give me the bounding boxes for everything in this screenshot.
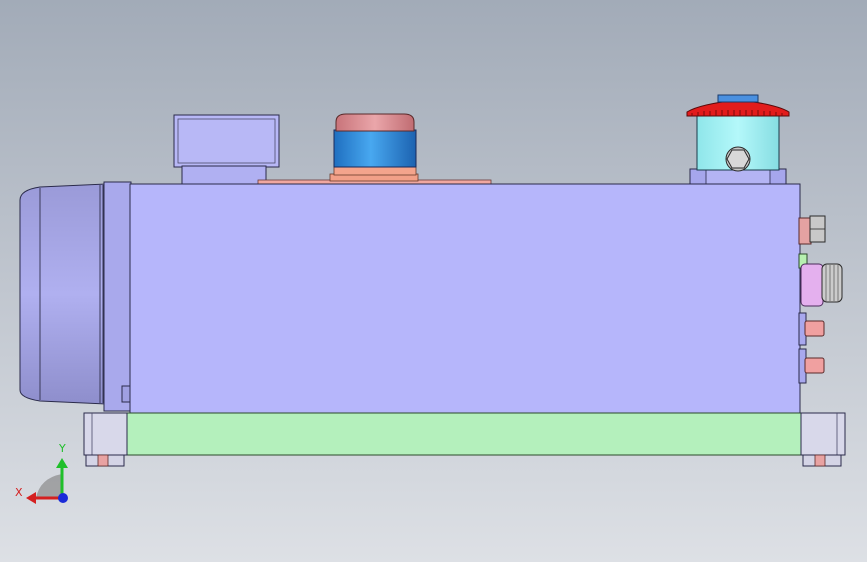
gauge-body: [800, 263, 824, 307]
breather-body: [333, 129, 417, 168]
triad-x-label: X: [15, 486, 23, 499]
foot-bolt-right: [802, 454, 842, 467]
base-foot-right: [800, 412, 846, 456]
side-pipe-1: [804, 320, 825, 337]
oil-tank: [129, 183, 801, 414]
filter-mount-inner: [705, 168, 771, 187]
terminal-box-base: [181, 165, 267, 187]
side-pipe-2: [804, 357, 825, 374]
base-frame: [125, 412, 803, 456]
triad-y-label: Y: [59, 442, 66, 455]
terminal-box-lid: [173, 114, 280, 168]
motor-flange: [103, 181, 132, 412]
filter-cap-handle: [717, 94, 759, 103]
z-axis-dot-icon: [58, 493, 68, 503]
motor-end-cap: [19, 183, 107, 405]
filter-bolt-icon: [725, 146, 751, 172]
foot-bolt-left: [85, 454, 125, 467]
gauge-knurl-icon: [821, 263, 843, 303]
side-port-pink: [798, 217, 812, 245]
side-hex-nut-icon: [809, 215, 826, 243]
base-foot-left: [83, 412, 128, 456]
cad-viewport[interactable]: Y X: [0, 0, 867, 562]
breather-cap: [335, 113, 415, 132]
